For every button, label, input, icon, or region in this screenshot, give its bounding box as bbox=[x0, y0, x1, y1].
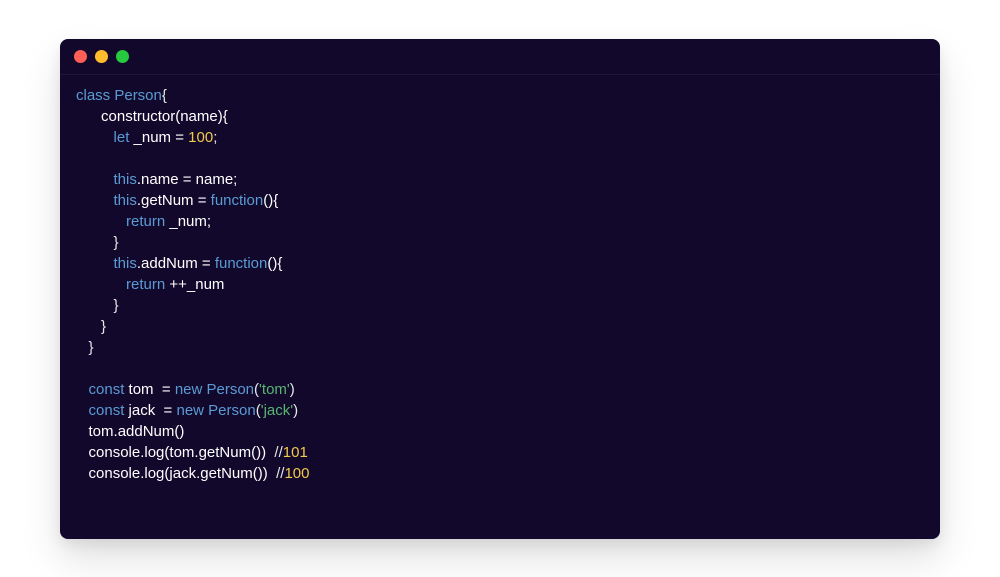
code-token-id: ++_num bbox=[165, 276, 224, 293]
close-icon[interactable] bbox=[74, 50, 87, 63]
code-token-id: (){ bbox=[263, 192, 278, 209]
code-token-kw: new bbox=[176, 402, 208, 419]
code-token-kw: function bbox=[211, 192, 264, 209]
code-token-kw: this bbox=[114, 255, 137, 272]
code-token-cmt: // bbox=[274, 444, 282, 461]
code-token-op: } bbox=[89, 339, 94, 356]
code-token-id: .addNum = bbox=[137, 255, 215, 272]
minimize-icon[interactable] bbox=[95, 50, 108, 63]
code-scroll-area[interactable]: class Person{ constructor(name){ let _nu… bbox=[60, 75, 940, 539]
code-token-id: console.log(tom.getNum()) bbox=[89, 444, 275, 461]
code-token-kw: this bbox=[114, 171, 137, 188]
code-token-kw: return bbox=[126, 276, 165, 293]
code-token-kw: const bbox=[89, 381, 125, 398]
code-token-id: console.log(jack.getNum()) bbox=[89, 465, 277, 482]
code-token-id: .getNum = bbox=[137, 192, 211, 209]
code-token-num: 101 bbox=[283, 444, 308, 461]
code-token-kw: class bbox=[76, 87, 114, 104]
editor-window: class Person{ constructor(name){ let _nu… bbox=[60, 39, 940, 539]
code-token-id: (){ bbox=[267, 255, 282, 272]
code-token-id: jack = bbox=[124, 402, 176, 419]
code-token-id: constructor(name){ bbox=[101, 108, 228, 125]
code-token-op: { bbox=[162, 87, 167, 104]
code-token-num: 100 bbox=[188, 129, 213, 146]
code-token-kw: new bbox=[175, 381, 207, 398]
code-token-op: } bbox=[114, 234, 119, 251]
code-token-op: } bbox=[114, 297, 119, 314]
code-token-cls: Person bbox=[208, 402, 256, 419]
code-token-kw: const bbox=[89, 402, 125, 419]
zoom-icon[interactable] bbox=[116, 50, 129, 63]
code-token-num: 100 bbox=[284, 465, 309, 482]
code-token-id: _num = bbox=[129, 129, 188, 146]
code-token-kw: return bbox=[126, 213, 165, 230]
code-token-cls: Person bbox=[207, 381, 255, 398]
code-block: class Person{ constructor(name){ let _nu… bbox=[60, 85, 940, 539]
code-token-op: ) bbox=[290, 381, 295, 398]
code-token-id: .name = name; bbox=[137, 171, 237, 188]
code-token-kw: this bbox=[114, 192, 137, 209]
code-token-kw: function bbox=[215, 255, 268, 272]
code-token-id: tom = bbox=[124, 381, 174, 398]
code-token-id: tom.addNum() bbox=[89, 423, 185, 440]
code-token-op: } bbox=[101, 318, 106, 335]
code-token-id: _num; bbox=[165, 213, 211, 230]
titlebar bbox=[60, 39, 940, 75]
code-token-op: ) bbox=[293, 402, 298, 419]
code-token-cls: Person bbox=[114, 87, 162, 104]
code-token-kw: let bbox=[114, 129, 130, 146]
code-token-op: ; bbox=[213, 129, 217, 146]
code-token-str: 'tom' bbox=[259, 381, 290, 398]
code-token-str: 'jack' bbox=[261, 402, 293, 419]
